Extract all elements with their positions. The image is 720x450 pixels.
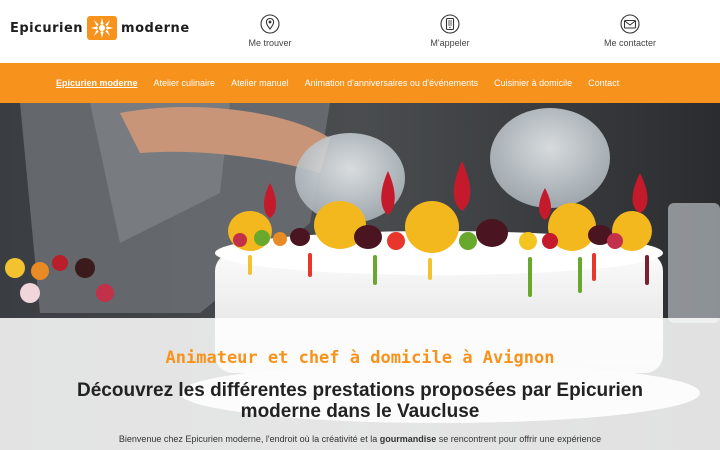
hero-intro-bold: gourmandise bbox=[379, 434, 437, 444]
hero-section: Animateur et chef à domicile à Avignon D… bbox=[0, 103, 720, 450]
contact-call-me[interactable]: M'appeler bbox=[395, 14, 505, 48]
nav-item-animation[interactable]: Animation d'anniversaires ou d'événement… bbox=[305, 78, 479, 88]
site-header: Epicurien moderne Me trouver M'appeler M… bbox=[0, 0, 720, 63]
main-nav: Epicurien moderne Atelier culinaire Atel… bbox=[0, 63, 720, 103]
phone-icon bbox=[440, 14, 460, 34]
logo-mark-icon bbox=[87, 16, 118, 40]
logo-text-right: moderne bbox=[121, 20, 190, 36]
location-pin-icon bbox=[260, 14, 280, 34]
hero-intro-start: Bienvenue chez Epicurien moderne, l'endr… bbox=[118, 434, 380, 444]
mail-icon bbox=[620, 14, 640, 34]
contact-label-mail: Me contacter bbox=[603, 38, 657, 48]
hero-intro-end: se rencontrent pour offrir une expérienc… bbox=[436, 434, 602, 444]
contact-write-me[interactable]: Me contacter bbox=[575, 14, 685, 48]
site-logo[interactable]: Epicurien moderne bbox=[10, 15, 190, 41]
contact-label-call: M'appeler bbox=[430, 38, 470, 48]
nav-item-cuisinier-domicile[interactable]: Cuisinier à domicile bbox=[494, 78, 572, 88]
contact-label-find: Me trouver bbox=[248, 38, 292, 48]
nav-item-contact[interactable]: Contact bbox=[588, 78, 619, 88]
hero-title: Découvrez les différentes prestations pr… bbox=[77, 380, 643, 422]
hero-kicker: Animateur et chef à domicile à Avignon bbox=[165, 348, 555, 368]
contact-find-me[interactable]: Me trouver bbox=[215, 14, 325, 48]
hero-intro: Bienvenue chez Epicurien moderne, l'endr… bbox=[60, 434, 660, 444]
nav-item-epicurien-moderne[interactable]: Epicurien moderne bbox=[56, 78, 138, 88]
nav-item-atelier-culinaire[interactable]: Atelier culinaire bbox=[154, 78, 216, 88]
nav-item-atelier-manuel[interactable]: Atelier manuel bbox=[231, 78, 289, 88]
logo-text-left: Epicurien bbox=[10, 20, 84, 36]
